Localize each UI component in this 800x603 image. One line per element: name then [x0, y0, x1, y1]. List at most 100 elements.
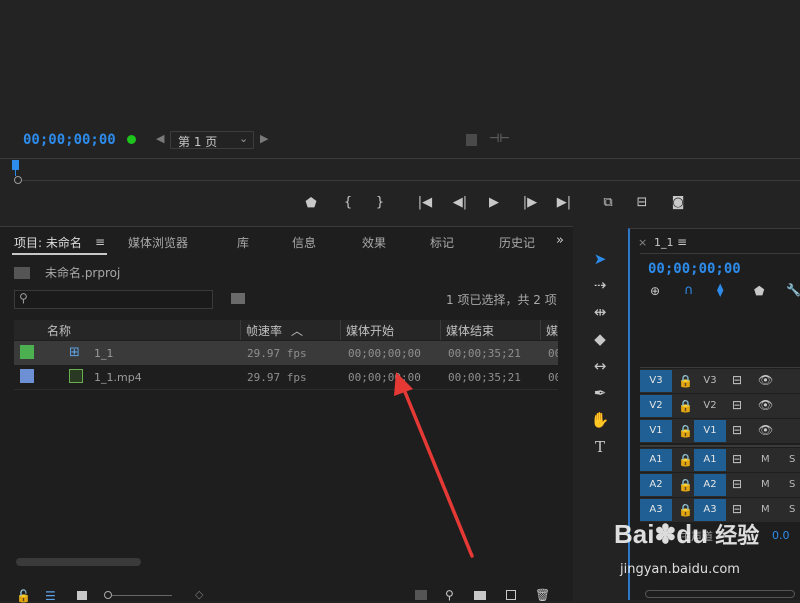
mark-in-icon[interactable]: { [337, 195, 359, 210]
column-media-start[interactable]: 媒体开始 [346, 322, 394, 339]
mark-out-icon[interactable]: } [369, 195, 391, 210]
step-back-icon[interactable]: ◀| [449, 195, 471, 210]
lock-icon[interactable]: 🔒 [678, 424, 693, 438]
zoom-slider[interactable] [112, 595, 172, 596]
tab-markers[interactable]: 标记 [430, 234, 454, 251]
tab-libraries[interactable]: 库 [237, 234, 249, 251]
source-patch[interactable]: A1 [640, 449, 672, 471]
timeline-timecode[interactable]: 00;00;00;00 [648, 261, 741, 277]
linked-selection-icon[interactable]: ⧫ [717, 283, 723, 298]
safe-margin-icon[interactable] [466, 134, 477, 146]
more-tabs-icon[interactable]: » [556, 233, 564, 248]
lock-icon[interactable]: 🔒 [678, 478, 693, 492]
track-target[interactable]: A2 [694, 474, 726, 496]
column-media-more[interactable]: 媒 [546, 322, 558, 339]
source-patch[interactable]: V3 [640, 370, 672, 392]
lock-icon[interactable]: 🔒 [678, 374, 693, 388]
solo-button[interactable]: S [789, 454, 795, 465]
eye-icon[interactable]: 👁 [758, 398, 773, 412]
timeline-menu-icon[interactable]: ≡ [677, 235, 687, 249]
sort-ascending-icon[interactable]: ︿ [291, 322, 303, 339]
automate-icon[interactable] [415, 590, 427, 600]
solo-button[interactable]: S [789, 504, 795, 515]
zoom-slider-handle[interactable] [104, 591, 112, 599]
pen-tool-icon[interactable]: ✒ [588, 382, 612, 404]
ripple-edit-tool-icon[interactable]: ⇹ [588, 301, 612, 323]
trim-icon[interactable]: ⊣⊢ [489, 131, 510, 145]
tab-project[interactable]: 项目: 未命名 [14, 234, 82, 251]
source-patch[interactable]: V2 [640, 395, 672, 417]
label-color-swatch[interactable] [20, 345, 34, 359]
lock-icon[interactable]: 🔒 [678, 399, 693, 413]
sync-lock-icon[interactable]: ⊟ [732, 423, 742, 437]
type-tool-icon[interactable]: T [588, 436, 612, 458]
lock-icon[interactable]: 🔓 [16, 589, 31, 603]
play-icon[interactable]: ▶ [483, 195, 505, 210]
mute-button[interactable]: M [761, 504, 770, 515]
horizontal-scrollbar[interactable] [16, 558, 141, 566]
nest-icon[interactable]: ⊕ [650, 284, 660, 298]
sort-icon[interactable]: ◇ [195, 588, 203, 601]
mute-button[interactable]: M [761, 479, 770, 490]
track-target[interactable]: V2 [694, 395, 726, 417]
label-color-swatch[interactable] [20, 369, 34, 383]
close-icon[interactable]: × [638, 236, 647, 249]
sync-lock-icon[interactable]: ⊟ [732, 373, 742, 387]
prev-page-icon[interactable]: ◀ [156, 132, 164, 145]
zoom-handle-icon[interactable] [14, 176, 22, 184]
go-to-out-icon[interactable]: ▶| [553, 195, 575, 210]
column-separator[interactable] [540, 320, 541, 340]
item-name[interactable]: 1_1.mp4 [94, 371, 142, 384]
search-input[interactable]: ⚲ [14, 290, 213, 309]
column-media-end[interactable]: 媒体结束 [446, 322, 494, 339]
icon-view-icon[interactable] [77, 591, 87, 600]
playhead-timecode[interactable]: 00;00;00;00 [23, 132, 116, 148]
snap-icon[interactable]: ∩ [684, 283, 694, 298]
track-target[interactable]: V1 [694, 420, 726, 442]
razor-tool-icon[interactable]: ◆ [588, 328, 612, 350]
lock-icon[interactable]: 🔒 [678, 503, 693, 517]
insert-icon[interactable]: ⧉ [597, 195, 619, 210]
lock-icon[interactable]: 🔒 [678, 453, 693, 467]
sync-lock-icon[interactable]: ⊟ [732, 398, 742, 412]
track-target[interactable]: V3 [694, 370, 726, 392]
column-separator[interactable] [240, 320, 241, 340]
selection-tool-icon[interactable]: ➤ [588, 248, 612, 270]
wrench-icon[interactable]: 🔧 [786, 283, 800, 297]
sync-lock-icon[interactable]: ⊟ [732, 477, 742, 491]
tab-effects[interactable]: 效果 [362, 234, 386, 251]
new-item-icon[interactable] [506, 590, 516, 600]
item-name[interactable]: 1_1 [94, 347, 114, 360]
timeline-zoom-scrollbar[interactable] [645, 590, 795, 598]
zoom-bar[interactable] [22, 180, 800, 181]
tab-info[interactable]: 信息 [292, 234, 316, 251]
new-bin-icon[interactable] [474, 591, 486, 600]
column-name[interactable]: 名称 [47, 322, 71, 339]
new-search-bin-icon[interactable] [231, 293, 245, 304]
solo-button[interactable]: S [789, 479, 795, 490]
sequence-tab[interactable]: 1_1 [654, 236, 674, 249]
export-frame-icon[interactable]: ◙ [667, 195, 689, 210]
column-separator[interactable] [440, 320, 441, 340]
track-target[interactable]: A1 [694, 449, 726, 471]
mute-button[interactable]: M [761, 454, 770, 465]
sync-lock-icon[interactable]: ⊟ [732, 502, 742, 516]
column-separator[interactable] [340, 320, 341, 340]
list-view-icon[interactable]: ☰ [45, 589, 56, 603]
step-forward-icon[interactable]: |▶ [519, 195, 541, 210]
next-page-icon[interactable]: ▶ [260, 132, 268, 145]
tab-history[interactable]: 历史记 [499, 234, 535, 251]
go-to-in-icon[interactable]: |◀ [414, 195, 436, 210]
track-select-tool-icon[interactable]: ⇢ [588, 274, 612, 296]
time-ruler[interactable] [0, 158, 800, 159]
tab-media-browser[interactable]: 媒体浏览器 [128, 234, 188, 251]
playhead-marker[interactable] [12, 160, 19, 170]
sync-lock-icon[interactable]: ⊟ [732, 452, 742, 466]
source-patch[interactable]: V1 [640, 420, 672, 442]
column-frame-rate[interactable]: 帧速率 [246, 322, 282, 339]
slip-tool-icon[interactable]: ↔ [588, 355, 612, 377]
add-marker-icon[interactable]: ⬟ [300, 196, 322, 211]
hand-tool-icon[interactable]: ✋ [588, 409, 612, 431]
eye-icon[interactable]: 👁 [758, 373, 773, 387]
av-divider[interactable] [640, 445, 800, 447]
